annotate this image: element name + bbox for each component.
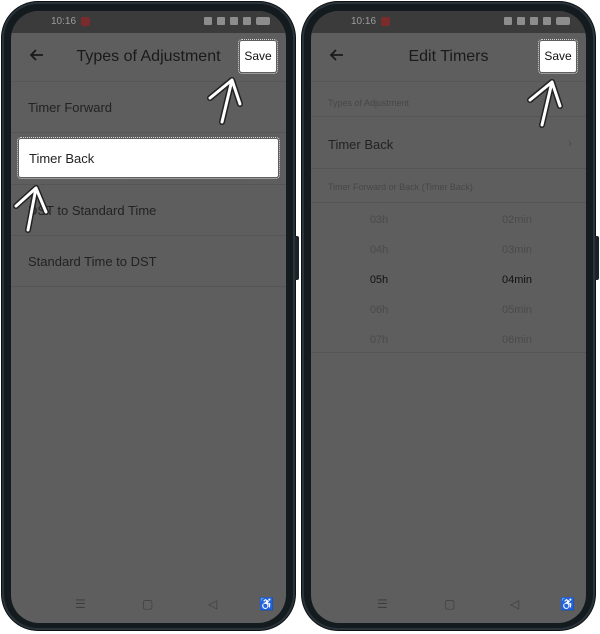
annotation-arrow-icon [527, 79, 563, 128]
annotation-arrow-icon [13, 185, 49, 233]
annotation-arrow-icon [207, 77, 243, 125]
annotation-arrows [13, 77, 563, 233]
